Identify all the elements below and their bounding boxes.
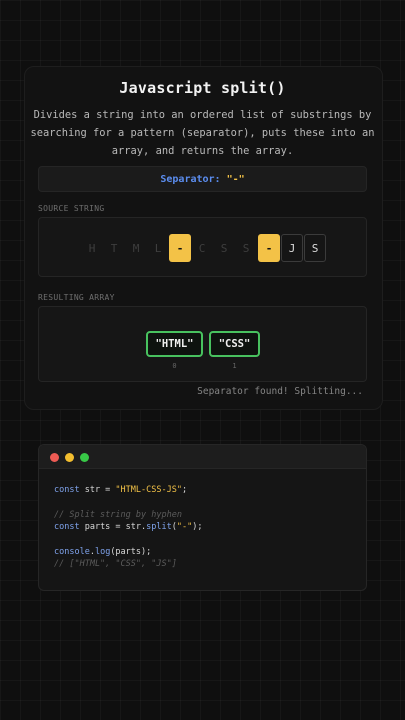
minimize-dot-icon [65,453,74,462]
code-window-titlebar [39,445,366,469]
resulting-array-box: "HTML" 0 "CSS" 1 [38,306,367,382]
code-line-3: const parts = str.split("-"); [54,522,202,532]
code-keyword: const [54,522,80,533]
source-char: H [88,241,96,255]
array-index: 1 [232,362,237,370]
code-function: log [94,547,111,558]
code-window: const str = "HTML-CSS-JS"; // Split stri… [38,444,367,591]
code-comment: // Split string by hyphen [54,509,182,520]
array-item: "HTML" [146,331,203,357]
array-item: "CSS" [209,331,260,357]
source-char: C [198,241,206,255]
separator-label: Separator: [160,173,221,185]
source-char: S [242,241,250,255]
array-index: 0 [172,362,177,370]
source-char: T [110,241,118,255]
source-char-separator: - [169,234,191,262]
code-text: (parts); [110,547,152,558]
code-text: parts = str. [79,522,147,533]
code-block: const str = "HTML-CSS-JS"; // Split stri… [54,484,202,571]
status-text: Separator found! Splitting... [197,386,363,397]
source-string-label: SOURCE STRING [38,204,105,213]
source-char-pending: S [304,234,326,262]
code-string: "HTML-CSS-JS" [115,485,182,495]
source-char: S [220,241,228,255]
code-comment: // ["HTML", "CSS", "JS"] [54,559,177,570]
code-text: ; [181,485,188,495]
source-char-row: H T M L - C S S - J S [39,234,366,262]
code-line-1: const str = "HTML-CSS-JS"; [54,485,187,495]
close-dot-icon [50,453,59,462]
source-char-separator: - [258,234,280,262]
resulting-array-label: RESULTING ARRAY [38,293,115,302]
separator-value: "-" [226,173,245,185]
maximize-dot-icon [80,453,89,462]
source-char-pending: J [281,234,303,262]
source-char: L [154,241,162,255]
page-title: Javascript split() [119,79,286,97]
code-function: split [146,522,172,533]
code-text: ); [192,522,203,533]
code-object: console [54,547,90,558]
source-char: M [132,241,140,255]
code-line-4: console.log(parts); [54,547,151,557]
code-text: str = [79,485,116,495]
source-string-box: H T M L - C S S - J S [38,217,367,277]
code-keyword: const [54,485,80,495]
separator-display: Separator: "-" [38,166,367,192]
page-description: Divides a string into an ordered list of… [30,109,375,157]
code-string: "-" [176,522,193,533]
